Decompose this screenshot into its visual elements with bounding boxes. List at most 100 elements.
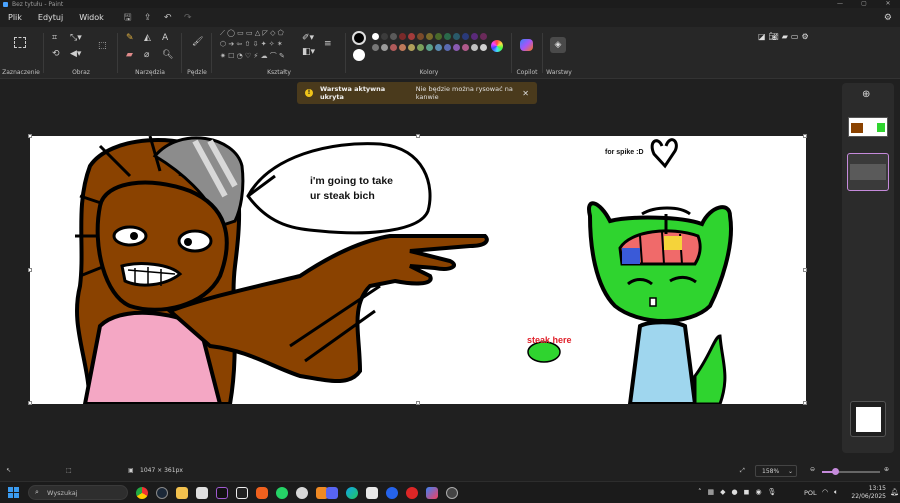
extra-app-icon[interactable] [446,487,458,499]
drawing-canvas[interactable]: i'm going to take ur steak bich for spik… [28,134,807,405]
color-swatch[interactable] [480,33,487,40]
color-swatch[interactable] [480,44,487,51]
color-swatch[interactable] [408,33,415,40]
roblox-icon[interactable] [366,487,378,499]
color-swatch[interactable] [417,44,424,51]
tray-app-icon-4[interactable]: ◼ [744,488,756,496]
color-swatch[interactable] [417,33,424,40]
rotate-icon[interactable]: ⟲ [52,49,60,59]
settings-gear-icon[interactable]: ⚙ [884,13,892,23]
steam-icon[interactable] [156,487,168,499]
primary-color[interactable] [352,31,366,45]
red-record-icon[interactable] [406,487,418,499]
camera-icon[interactable]: 📷︎ [769,32,782,41]
layer-thumbnail-2-hidden[interactable] [847,153,889,191]
color-swatch[interactable] [471,33,478,40]
select-rectangle-icon[interactable] [14,37,26,48]
menu-file[interactable]: Plik [0,13,30,22]
tray-app-icon[interactable]: ▦ [708,488,721,496]
image-creator-icon[interactable]: ◪ [758,32,769,41]
resize-handle-tl[interactable] [28,134,32,138]
text-tool-icon[interactable]: A [162,33,168,43]
language-indicator[interactable]: POL [804,489,817,497]
browser-icon-blue[interactable] [386,487,398,499]
tools-gear-icon[interactable]: ⚙ [801,32,811,41]
chat-app-icon[interactable] [296,487,308,499]
color-swatch[interactable] [453,33,460,40]
color-swatch[interactable] [471,44,478,51]
chrome-icon[interactable] [136,487,148,499]
color-swatch[interactable] [390,33,397,40]
color-swatch[interactable] [408,44,415,51]
resize-icon[interactable]: ⤡▾ [70,33,82,43]
fit-to-window-icon[interactable]: ⤢ [740,467,745,475]
zoom-slider[interactable] [822,468,880,475]
close-window-button[interactable]: ✕ [876,0,900,7]
color-swatch[interactable] [426,44,433,51]
file-explorer-icon[interactable] [176,487,188,499]
fill-bucket-icon[interactable]: ◭ [144,33,151,43]
flip-icon[interactable]: ◀▾ [70,49,81,59]
save-icon[interactable]: 🖫 [118,10,138,26]
color-swatch[interactable] [444,44,451,51]
color-wheel-icon[interactable] [491,40,503,52]
whatsapp-icon[interactable] [276,487,288,499]
add-layer-icon[interactable]: ⊕ [862,89,870,100]
taskbar-search-box[interactable]: ⌕ Wyszukaj [28,485,128,500]
paint-taskbar-icon[interactable] [426,487,438,499]
discord-icon[interactable] [326,487,338,499]
resize-handle-mr[interactable] [803,268,807,272]
color-swatch[interactable] [462,33,469,40]
pencil-icon[interactable]: ✎ [126,33,134,43]
resize-handle-br[interactable] [803,401,807,405]
color-swatch[interactable] [381,44,388,51]
screenshot-icon[interactable]: ▭ [791,32,802,41]
tray-app-icon-5[interactable]: ◉ [755,488,767,496]
layer-thumbnail-1[interactable] [848,117,888,137]
color-swatch[interactable] [435,33,442,40]
shape-fill-icon[interactable]: ◧▾ [302,47,315,57]
resize-handle-bl[interactable] [28,401,32,405]
color-swatch[interactable] [399,44,406,51]
resize-handle-bc[interactable] [416,401,420,405]
maximize-button[interactable]: ▢ [852,0,876,7]
color-swatch[interactable] [372,33,379,40]
background-layer-thumbnail[interactable] [850,401,886,437]
zoom-dropdown[interactable]: 158% ⌄ [755,465,797,477]
color-swatch[interactable] [444,33,451,40]
zoom-out-icon[interactable]: ⊖ [810,466,815,473]
microphone-icon[interactable]: 🎙︎ [768,488,783,496]
brush-icon[interactable]: 🖌︎ [192,37,203,47]
shape-outline-icon[interactable]: ✐▾ [302,33,314,43]
crop-icon[interactable]: ⌗ [52,33,57,43]
app-icon-dark[interactable] [216,487,228,499]
zoom-slider-thumb[interactable] [832,468,839,475]
volume-icon[interactable]: 🔈︎ [834,488,838,497]
resize-handle-ml[interactable] [28,268,32,272]
zoom-in-icon[interactable]: ⊕ [884,466,889,473]
start-windows-icon[interactable] [8,487,19,498]
edge-icon[interactable] [346,487,358,499]
image-select-icon[interactable]: ⬚ [98,41,107,51]
shapes-gallery[interactable]: ⟋ ◯ ▭ ▭ △ ◸ ◇ ⬠ ⬡ ➔ ⇦ ⇧ ⇩ ✦ ✧ ✶ ✷ ☐ ◔ ♡ … [218,29,296,63]
brave-icon[interactable] [256,487,268,499]
store-icon[interactable] [196,487,208,499]
color-swatch[interactable] [435,44,442,51]
secondary-color[interactable] [353,49,365,61]
share-icon[interactable]: ⇪ [138,13,158,23]
menu-view[interactable]: Widok [71,13,112,22]
copilot-icon[interactable] [520,39,533,51]
color-swatch[interactable] [462,44,469,51]
eraser-icon[interactable]: ▰ [126,50,133,60]
magnifier-icon[interactable]: 🔍︎ [162,50,173,60]
tray-app-icon-3[interactable]: ● [732,488,744,496]
capcut-icon[interactable] [236,487,248,499]
color-swatch[interactable] [381,33,388,40]
redo-icon[interactable]: ↷ [178,13,198,23]
close-notification-icon[interactable]: ✕ [522,89,529,98]
color-swatch[interactable] [390,44,397,51]
color-picker-icon[interactable]: ⌀ [144,50,149,60]
minimize-button[interactable]: — [828,0,852,7]
color-swatch[interactable] [453,44,460,51]
color-swatch[interactable] [399,33,406,40]
